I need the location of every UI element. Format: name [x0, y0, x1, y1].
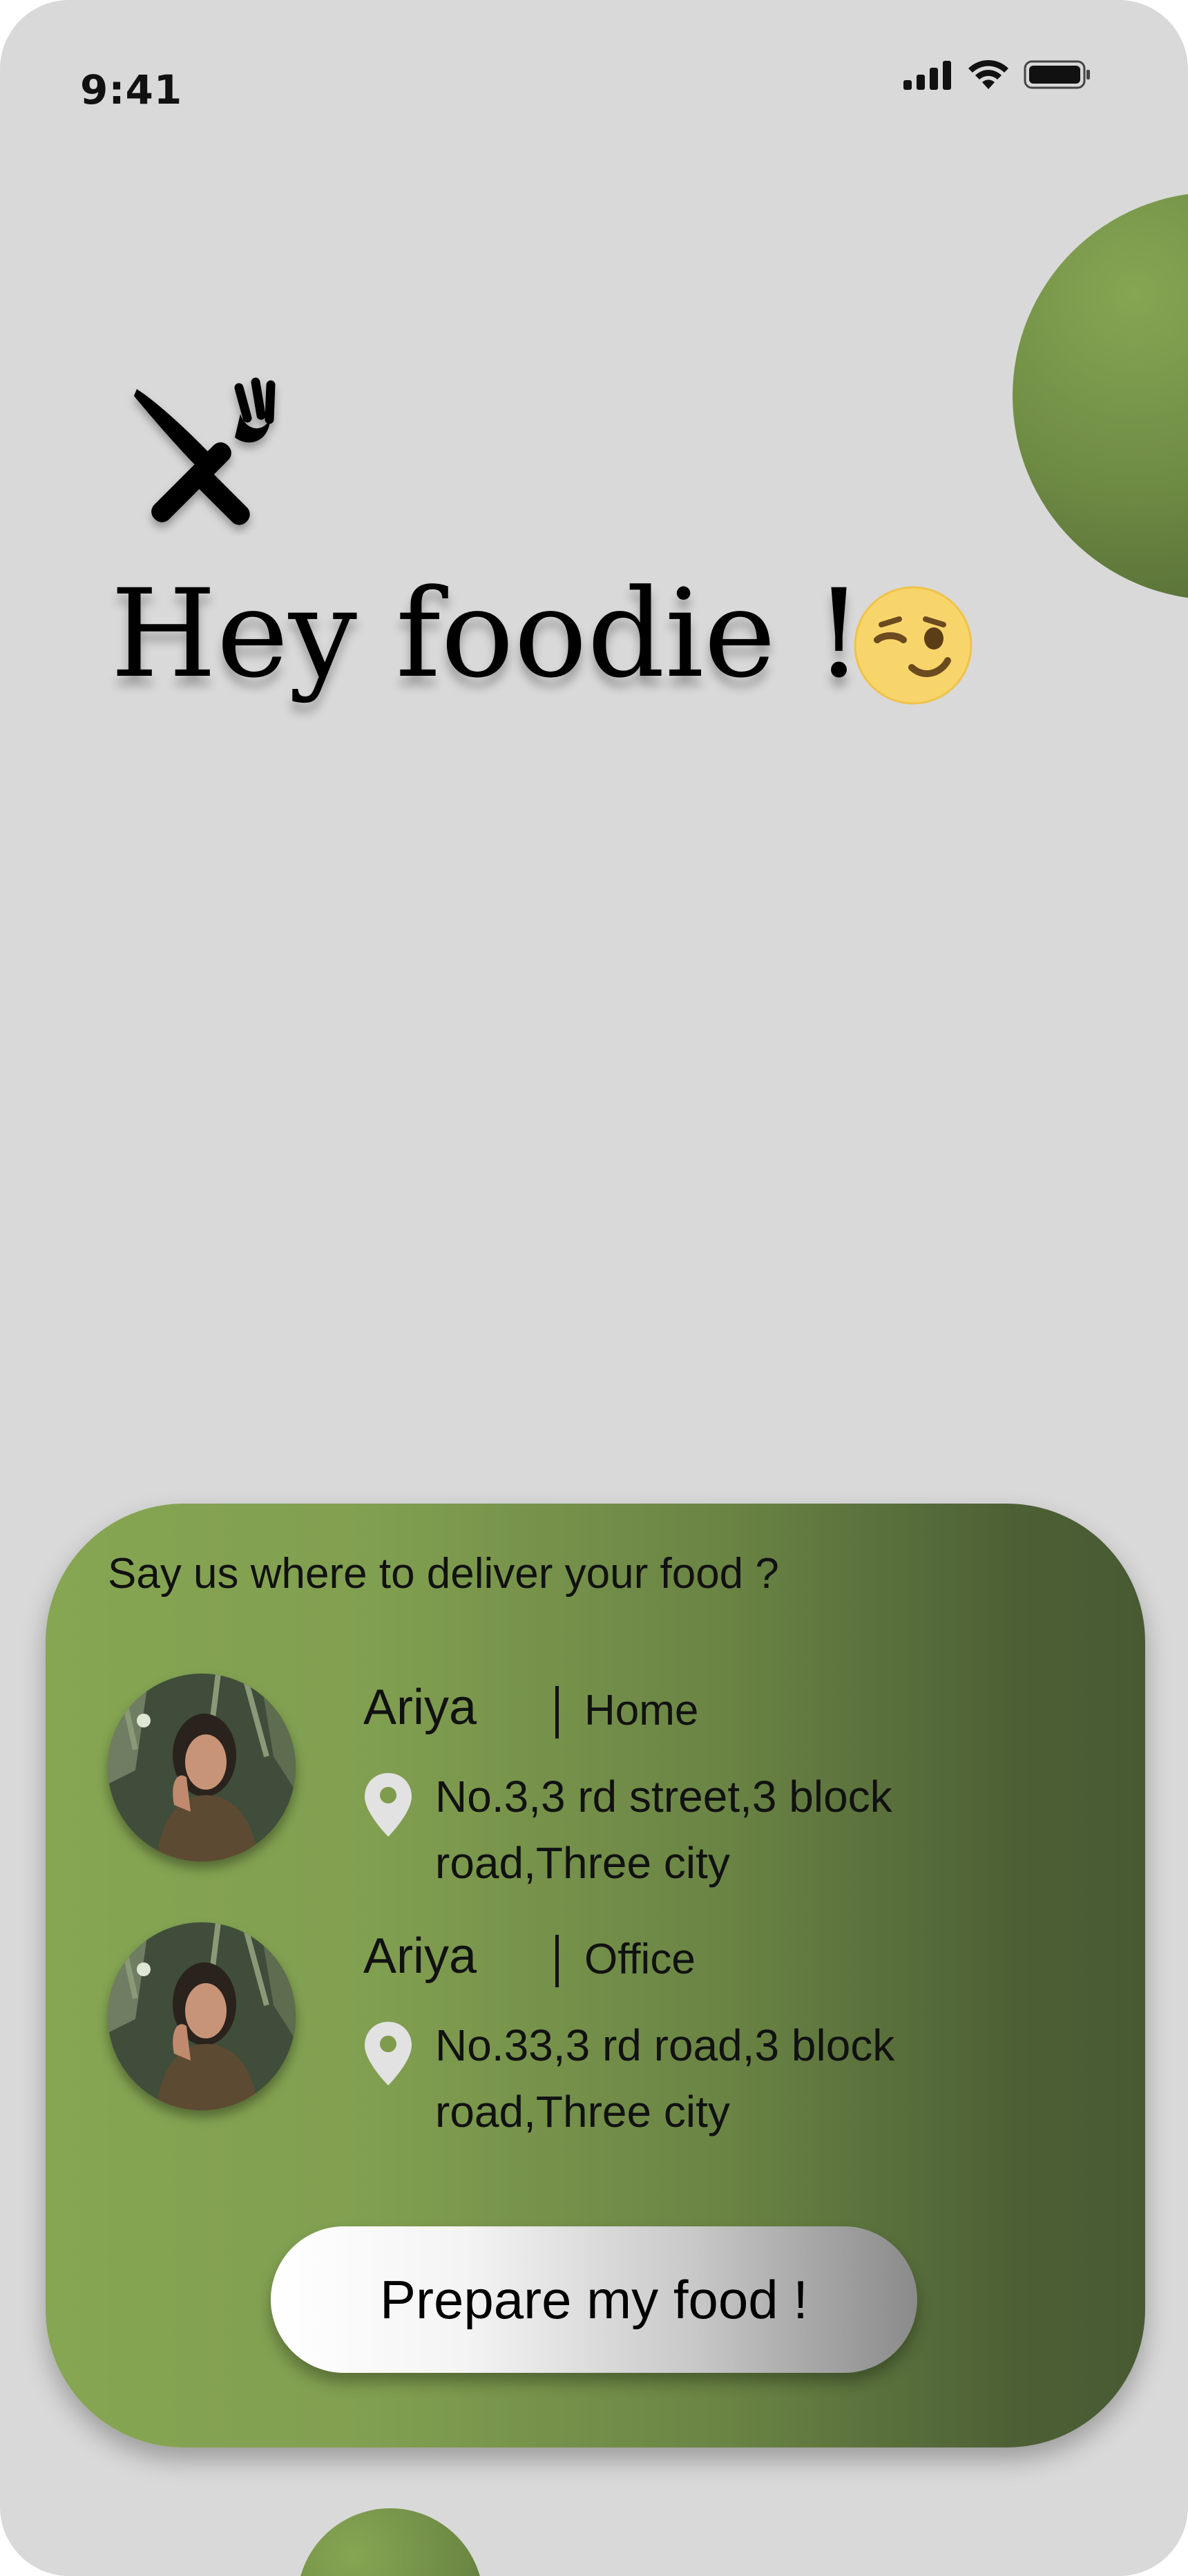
- address-divider: [555, 1686, 559, 1739]
- location-pin-icon: [365, 1773, 412, 1837]
- decorative-circle-bottom: [297, 2508, 483, 2576]
- address-divider: [555, 1935, 559, 1987]
- avatar: [108, 1922, 296, 2110]
- address-text: No.33,3 rd road,3 block road,Three city: [435, 2020, 895, 2137]
- prepare-food-button[interactable]: Prepare my food !: [271, 2226, 917, 2373]
- delivery-address-card: Say us where to deliver your food ? Ariy…: [46, 1504, 1145, 2447]
- avatar: [108, 1674, 296, 1862]
- decorative-circle-top: [1013, 192, 1188, 600]
- address-text: No.3,3 rd street,3 block road,Three city: [435, 1772, 892, 1888]
- address-name: Ariya: [363, 1680, 477, 1735]
- wifi-icon: [968, 59, 1008, 89]
- app-screen: 9:41 Hey foodie ! Say us where to delive…: [0, 0, 1188, 2576]
- status-time: 9:41: [80, 66, 183, 113]
- cellular-signal-icon: [903, 61, 951, 90]
- battery-icon: [1024, 60, 1090, 89]
- winking-face-icon: [854, 586, 973, 705]
- fork-knife-icon: [134, 377, 276, 525]
- address-type: Home: [584, 1687, 699, 1734]
- address-type: Office: [584, 1935, 696, 1983]
- greeting-heading: Hey foodie !: [111, 563, 863, 705]
- address-name: Ariya: [363, 1929, 477, 1984]
- address-option-office[interactable]: Ariya Office No.33,3 rd road,3 block roa…: [108, 1922, 1116, 2137]
- location-pin-icon: [365, 2022, 412, 2085]
- status-icons: [903, 55, 1091, 94]
- card-prompt: Say us where to deliver your food ?: [108, 1550, 779, 1598]
- address-option-home[interactable]: Ariya Home No.3,3 rd street,3 block road…: [108, 1674, 1116, 1888]
